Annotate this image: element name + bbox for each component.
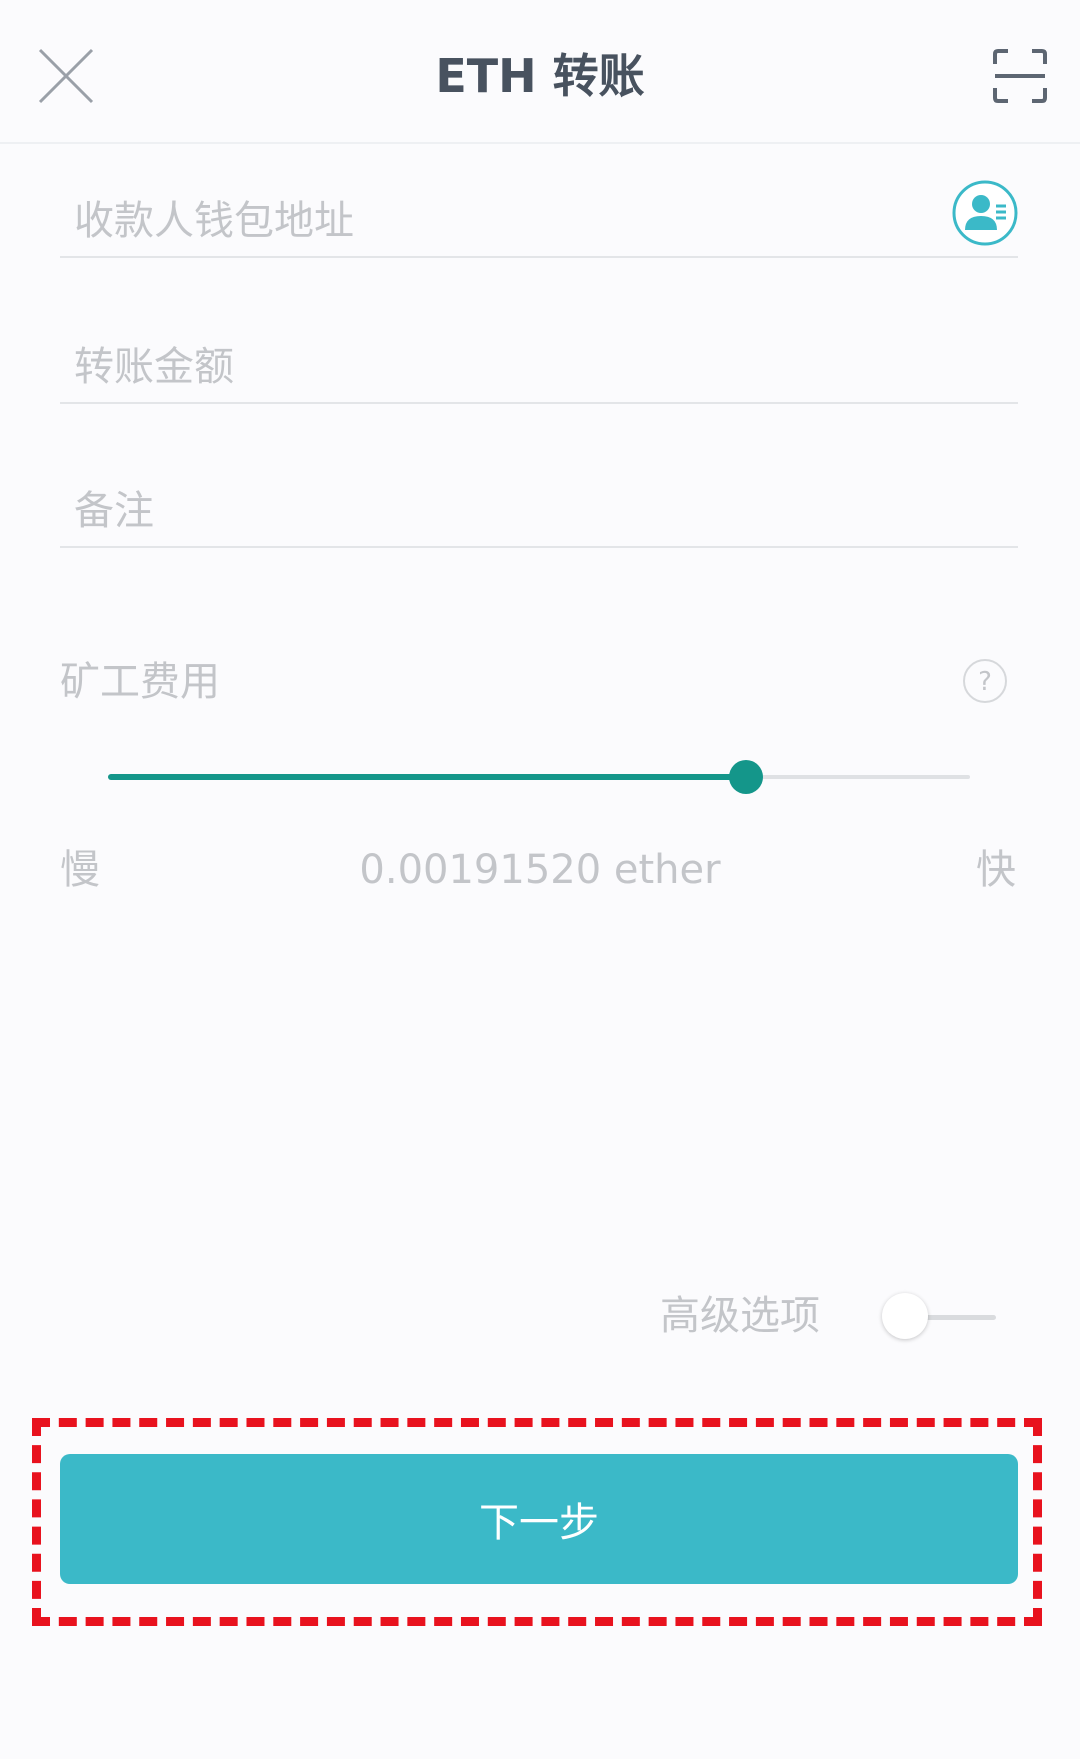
advanced-options-toggle[interactable] (882, 1293, 996, 1341)
svg-text:?: ? (978, 667, 992, 697)
address-input[interactable] (74, 186, 894, 256)
next-step-button[interactable]: 下一步 (60, 1454, 1018, 1584)
fee-slider[interactable] (108, 760, 970, 794)
slider-fill (108, 774, 746, 780)
memo-field (60, 476, 1018, 548)
fee-label: 矿工费用 (60, 659, 220, 705)
fee-value: 0.00191520 ether (359, 847, 721, 893)
header-bar: ETH 转账 (0, 0, 1080, 144)
page-title: ETH 转账 (435, 49, 645, 103)
amount-input[interactable] (74, 332, 894, 402)
memo-input[interactable] (74, 476, 894, 546)
slider-thumb[interactable] (729, 760, 763, 794)
advanced-options-label: 高级选项 (660, 1293, 820, 1339)
amount-field (60, 332, 1018, 404)
address-field (60, 186, 1018, 258)
scan-icon (993, 49, 1047, 103)
fast-label: 快 (976, 847, 1016, 893)
toggle-knob (882, 1293, 928, 1339)
contact-book-button[interactable] (952, 180, 1018, 246)
help-icon: ? (963, 659, 1007, 703)
contact-book-icon (952, 180, 1018, 246)
scan-button[interactable] (992, 48, 1048, 104)
help-button[interactable]: ? (962, 658, 1008, 704)
